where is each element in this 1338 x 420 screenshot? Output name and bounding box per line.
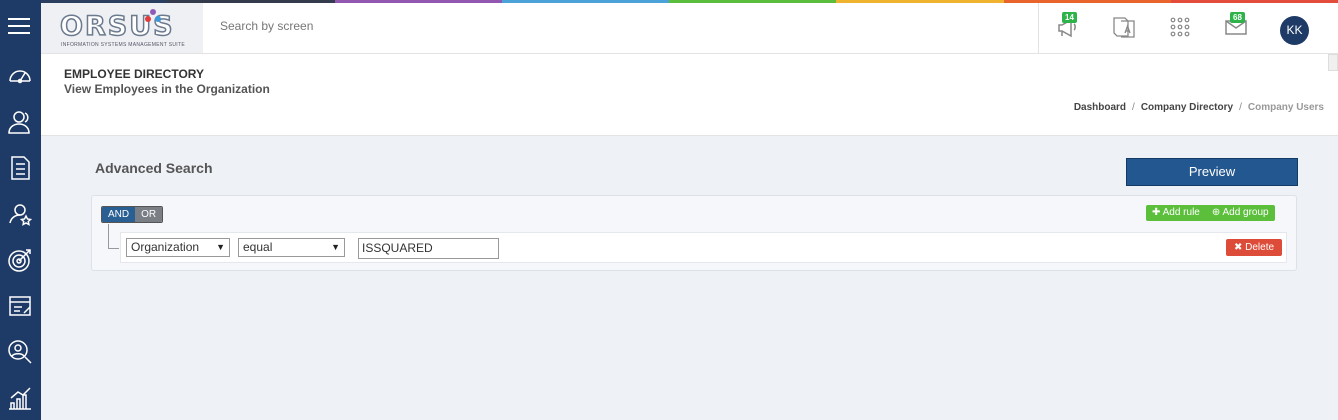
chevron-down-icon: ▼	[331, 242, 340, 252]
delete-label: Delete	[1245, 242, 1275, 253]
add-rule-button[interactable]: ✚ Add rule	[1146, 205, 1206, 221]
or-button[interactable]: OR	[135, 207, 163, 222]
announcements-icon[interactable]: 14	[1056, 12, 1082, 41]
announcements-badge: 14	[1062, 12, 1077, 23]
users-icon[interactable]	[7, 109, 33, 135]
delete-rule-button[interactable]: ✖ Delete	[1226, 239, 1282, 256]
bar-chart-icon[interactable]	[7, 385, 33, 411]
user-search-icon[interactable]	[7, 339, 33, 365]
breadcrumb-company-directory[interactable]: Company Directory	[1141, 102, 1233, 113]
breadcrumb: Dashboard / Company Directory / Company User…	[1074, 102, 1324, 113]
breadcrumb-separator: /	[1132, 102, 1135, 113]
target-icon[interactable]	[7, 247, 33, 273]
user-avatar[interactable]: KK	[1280, 16, 1309, 45]
and-button[interactable]: AND	[102, 207, 136, 222]
topbar-divider	[1038, 3, 1039, 53]
checklist-icon[interactable]	[7, 155, 33, 181]
logo-dots-icon	[145, 9, 161, 22]
messages-icon[interactable]: 68	[1224, 12, 1250, 41]
translate-icon[interactable]	[1112, 15, 1138, 41]
preview-button[interactable]: Preview	[1126, 158, 1298, 186]
page-header: EMPLOYEE DIRECTORY View Employees in the…	[41, 54, 1338, 136]
field-select[interactable]: Organization ▼	[126, 238, 230, 257]
add-group-button[interactable]: ⊕ Add group	[1206, 205, 1275, 221]
query-builder: AND OR ✚ Add rule ⊕ Add group Organizati…	[91, 195, 1297, 271]
rule-connector-line	[108, 224, 119, 249]
add-group-label: Add group	[1222, 207, 1269, 218]
add-controls: ✚ Add rule ⊕ Add group	[1146, 205, 1275, 221]
operator-select[interactable]: equal ▼	[238, 238, 345, 257]
dashboard-gauge-icon[interactable]	[7, 63, 33, 89]
breadcrumb-dashboard[interactable]: Dashboard	[1074, 102, 1126, 113]
edit-report-icon[interactable]	[7, 293, 33, 319]
page-subtitle: View Employees in the Organization	[64, 82, 270, 96]
sidebar	[0, 0, 41, 420]
user-star-icon[interactable]	[7, 201, 33, 227]
add-rule-label: Add rule	[1162, 207, 1200, 218]
field-select-value: Organization	[131, 240, 200, 254]
orsus-logo[interactable]: ORSUS INFORMATION SYSTEMS MANAGEMENT SUI…	[41, 3, 203, 53]
logo-subtitle: INFORMATION SYSTEMS MANAGEMENT SUITE	[61, 42, 185, 48]
chevron-down-icon: ▼	[216, 242, 225, 252]
operator-select-value: equal	[243, 240, 273, 254]
breadcrumb-separator: /	[1239, 102, 1242, 113]
top-bar: ORSUS INFORMATION SYSTEMS MANAGEMENT SUI…	[41, 3, 1338, 54]
page-title: EMPLOYEE DIRECTORY	[64, 67, 205, 81]
value-input[interactable]: ISSQUARED	[358, 238, 499, 259]
search-input[interactable]	[220, 19, 520, 33]
breadcrumb-company-users: Company Users	[1247, 102, 1324, 113]
query-rule: Organization ▼ equal ▼ ISSQUARED ✖ Delet…	[120, 232, 1287, 263]
apps-grid-icon[interactable]	[1168, 15, 1194, 41]
settings-toggle-tab[interactable]	[1328, 54, 1338, 71]
messages-badge: 68	[1230, 12, 1245, 23]
hamburger-menu-icon[interactable]	[8, 18, 30, 36]
advanced-search-title: Advanced Search	[95, 160, 213, 176]
condition-toggle: AND OR	[101, 206, 164, 223]
